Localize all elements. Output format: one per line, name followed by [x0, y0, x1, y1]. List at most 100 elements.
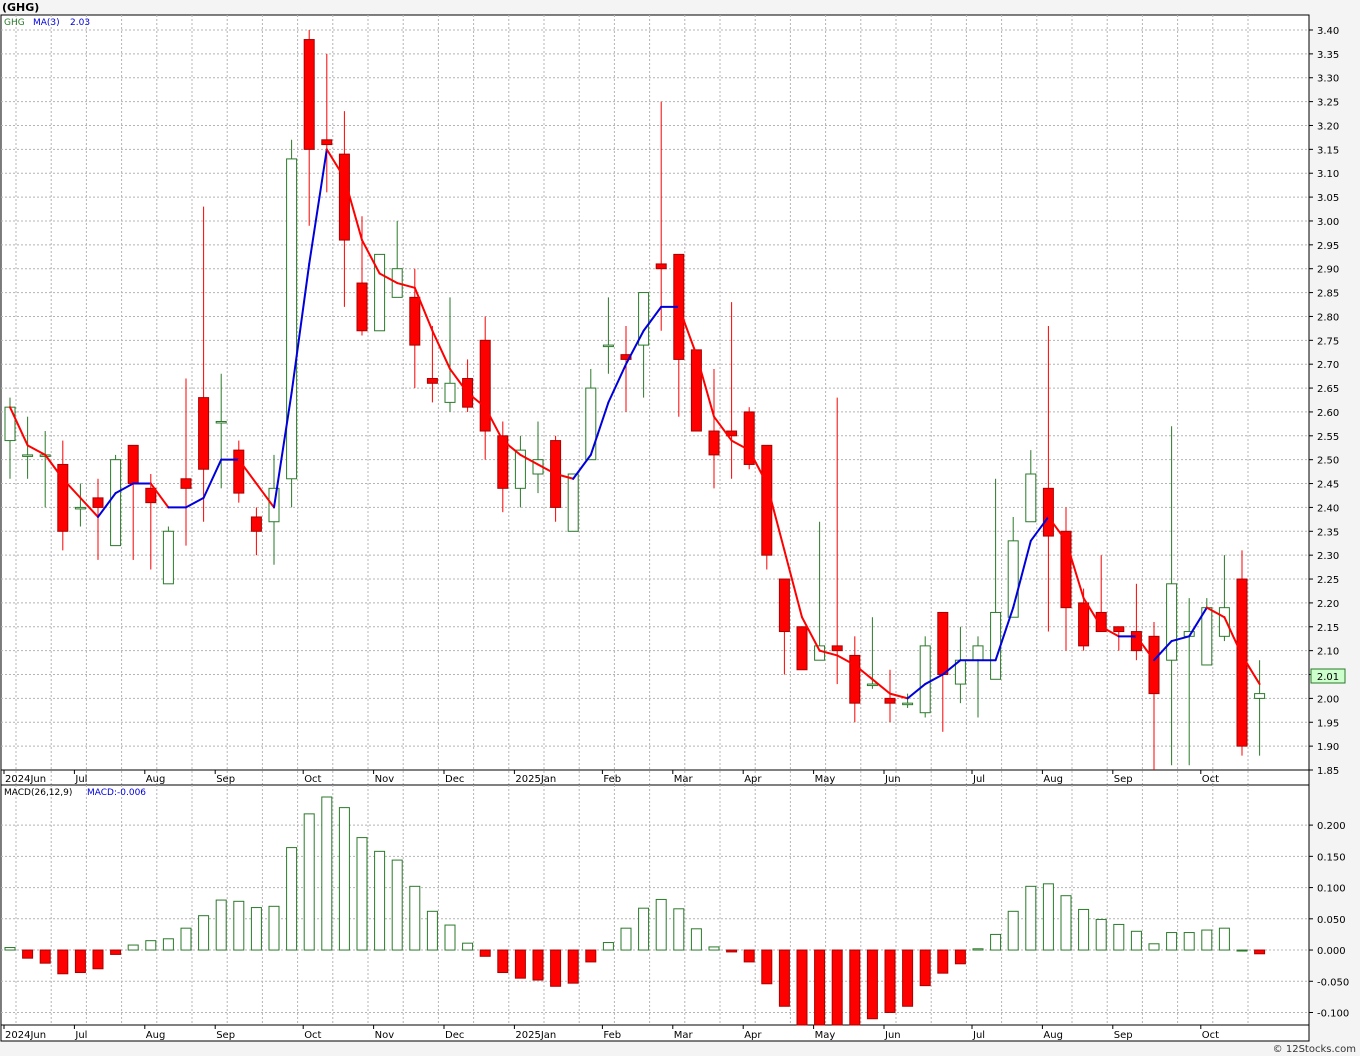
- candle-body-up: [110, 459, 122, 547]
- price-tick-label: 3.00: [1317, 217, 1339, 228]
- macd-tick-label: 0.100: [1317, 884, 1346, 895]
- date-tick-label: 2024Jun: [5, 1030, 46, 1041]
- price-tick-label: 2.75: [1317, 336, 1339, 347]
- macd-bar-negative: [479, 949, 491, 957]
- macd-bar-negative: [902, 949, 914, 1007]
- date-tick-label: Feb: [603, 1030, 621, 1041]
- macd-bar-positive: [374, 850, 386, 951]
- date-tick-label: May: [815, 1030, 836, 1041]
- candle-body-up: [866, 683, 878, 687]
- macd-bar-negative: [814, 949, 826, 1026]
- macd-bar-positive: [233, 900, 245, 951]
- candle-body-up: [902, 702, 914, 706]
- date-tick-label: Jul: [74, 774, 87, 785]
- date-tick-label: Sep: [1114, 774, 1133, 785]
- macd-bar-negative: [954, 949, 966, 965]
- price-tick-label: 3.25: [1317, 98, 1339, 109]
- macd-bar-positive: [356, 837, 368, 951]
- candle-body-up: [972, 645, 984, 661]
- macd-bar-negative: [796, 949, 808, 1026]
- macd-bar-negative: [761, 949, 773, 985]
- macd-bar-positive: [1148, 943, 1160, 951]
- macd-bar-negative: [39, 949, 51, 964]
- chart-canvas: 1.851.901.952.002.052.102.152.202.252.30…: [0, 0, 1360, 1056]
- macd-bar-negative: [585, 949, 597, 963]
- date-tick-label: Aug: [1043, 774, 1063, 785]
- date-tick-label: Jul: [972, 1030, 985, 1041]
- price-tick-label: 3.20: [1317, 121, 1339, 132]
- macd-bar-positive: [162, 938, 174, 951]
- macd-bar-positive: [321, 796, 333, 951]
- macd-bar-negative: [550, 949, 562, 987]
- macd-bar-positive: [391, 859, 403, 951]
- candle-body-up: [1201, 607, 1213, 666]
- legend-ma-label: MA(3): [33, 18, 60, 28]
- stock-chart: 1.851.901.952.002.052.102.152.202.252.30…: [0, 0, 1360, 1056]
- candle-body-down: [778, 578, 790, 633]
- price-tick-label: 2.15: [1317, 623, 1339, 634]
- macd-bar-positive: [1060, 895, 1072, 951]
- candle-body-down: [409, 296, 421, 346]
- macd-bar-positive: [708, 946, 720, 951]
- candle-body-down: [250, 516, 262, 532]
- macd-legend-value: MACD:-0.006: [87, 788, 146, 798]
- candle-body-down: [127, 444, 139, 485]
- candle-body-down: [690, 349, 702, 432]
- macd-bar-positive: [462, 942, 474, 951]
- candle-body-down: [180, 478, 192, 489]
- macd-bar-positive: [602, 942, 614, 951]
- price-tick-label: 2.85: [1317, 289, 1339, 300]
- candle-body-up: [602, 344, 614, 348]
- date-tick-label: May: [815, 774, 836, 785]
- macd-bar-negative: [937, 949, 949, 974]
- price-tick-label: 1.90: [1317, 742, 1339, 753]
- candle-body-up: [1025, 473, 1037, 523]
- price-tick-label: 2.60: [1317, 408, 1339, 419]
- price-tick-label: 2.90: [1317, 265, 1339, 276]
- macd-bar-negative: [92, 949, 104, 970]
- candle-body-up: [567, 473, 579, 532]
- candle-body-up: [1166, 583, 1178, 661]
- date-tick-label: Oct: [304, 1030, 321, 1041]
- macd-bar-positive: [972, 948, 984, 951]
- date-tick-label: Mar: [674, 774, 694, 785]
- macd-bar-positive: [1166, 932, 1178, 951]
- legend-ticker: GHG: [4, 18, 25, 28]
- candle-body-down: [356, 282, 368, 332]
- macd-bar-positive: [1007, 910, 1019, 951]
- price-tick-label: 1.95: [1317, 718, 1339, 729]
- macd-bar-negative: [884, 949, 896, 1014]
- macd-bar-positive: [4, 947, 16, 951]
- candle-body-up: [22, 454, 34, 457]
- macd-bar-negative: [74, 949, 86, 974]
- date-tick-label: Aug: [146, 774, 166, 785]
- last-price-label: 2.01: [1317, 672, 1339, 683]
- date-tick-label: Dec: [445, 1030, 464, 1041]
- date-tick-label: 2025Jan: [515, 774, 556, 785]
- symbol-title: (GHG): [2, 1, 39, 14]
- candle-body-down: [831, 645, 843, 652]
- macd-bar-positive: [1095, 918, 1107, 951]
- candle-body-down: [1078, 602, 1090, 647]
- price-tick-label: 2.35: [1317, 527, 1339, 538]
- date-tick-label: Oct: [304, 774, 321, 785]
- macd-bar-positive: [286, 847, 298, 951]
- macd-panel: [0, 784, 1310, 1042]
- date-tick-label: Sep: [1114, 1030, 1133, 1041]
- candle-body-down: [655, 263, 667, 270]
- macd-bar-negative: [514, 949, 526, 979]
- price-tick-label: 3.10: [1317, 169, 1339, 180]
- candle-body-up: [162, 530, 174, 585]
- macd-bar-negative: [849, 949, 861, 1026]
- macd-bar-negative: [567, 949, 579, 984]
- macd-bar-negative: [726, 949, 738, 953]
- date-tick-label: Jun: [884, 774, 901, 785]
- price-tick-label: 2.95: [1317, 241, 1339, 252]
- macd-bar-positive: [409, 885, 421, 951]
- macd-bar-positive: [690, 928, 702, 951]
- date-tick-label: Jul: [972, 774, 985, 785]
- candle-body-down: [1113, 626, 1125, 633]
- price-tick-label: 2.65: [1317, 384, 1339, 395]
- candle-body-up: [990, 611, 1002, 680]
- candle-body-down: [708, 430, 720, 456]
